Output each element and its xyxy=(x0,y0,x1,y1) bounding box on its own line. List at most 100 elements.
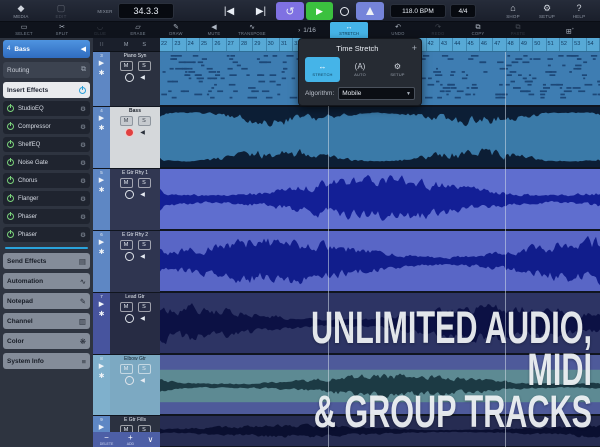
add-track-button[interactable]: +ADD xyxy=(127,432,134,447)
auto-mode-button[interactable]: (A) AUTO xyxy=(343,57,378,82)
power-icon[interactable] xyxy=(7,195,14,202)
solo-button[interactable]: S xyxy=(138,178,151,188)
metronome-button[interactable] xyxy=(356,2,384,20)
mute-button[interactable]: M xyxy=(120,364,133,374)
record-arm-button[interactable] xyxy=(125,73,134,82)
stretch-mode-button[interactable]: ↔ STRETCH xyxy=(305,57,340,82)
snap-grid-selector[interactable]: › 1/16 xyxy=(286,22,328,38)
effect-slot-shelfeq[interactable]: ShelfEQ⚙ xyxy=(3,137,90,152)
speaker-icon[interactable]: ◀ xyxy=(140,315,145,322)
mute-button[interactable]: M xyxy=(120,240,133,250)
solo-button[interactable]: S xyxy=(138,364,151,374)
power-icon[interactable] xyxy=(7,105,14,112)
effect-slot-compressor[interactable]: Compressor⚙ xyxy=(3,119,90,134)
time-signature-display[interactable]: 4/4 xyxy=(450,4,476,18)
solo-button[interactable]: S xyxy=(138,61,151,71)
track-monitor-icon[interactable]: ▶ xyxy=(99,115,104,123)
sidebar-button-notepad[interactable]: Notepad✎ xyxy=(3,293,90,309)
gear-icon[interactable]: ⚙ xyxy=(80,231,86,239)
power-icon[interactable] xyxy=(7,231,14,238)
mute-button[interactable]: M xyxy=(120,116,133,126)
gear-icon[interactable]: ⚙ xyxy=(80,213,86,221)
track-strip[interactable]: 6▶✱ xyxy=(93,231,110,292)
setup-button[interactable]: ⚙ SETUP xyxy=(530,0,564,22)
effect-slot-phaser[interactable]: Phaser⚙ xyxy=(3,209,90,224)
power-icon[interactable] xyxy=(7,159,14,166)
tool-select[interactable]: ▭SELECT xyxy=(6,22,42,38)
sidebar-button-automation[interactable]: Automation∿ xyxy=(3,273,90,289)
tool-transpose[interactable]: ∿TRANSPOSE xyxy=(234,22,270,38)
record-button[interactable] xyxy=(335,2,353,20)
mute-button[interactable]: M xyxy=(120,302,133,312)
sidebar-button-channel[interactable]: Channel▥ xyxy=(3,313,90,329)
tool-mute[interactable]: ◀MUTE xyxy=(196,22,232,38)
sidebar-button-color[interactable]: Color❋ xyxy=(3,333,90,349)
play-button[interactable]: ▶ xyxy=(306,2,333,20)
gear-icon[interactable]: ⚙ xyxy=(80,105,86,113)
gear-icon[interactable]: ⚙ xyxy=(80,141,86,149)
track-monitor-icon[interactable]: ▶ xyxy=(99,239,104,247)
mute-button[interactable]: M xyxy=(120,178,133,188)
pin-icon[interactable]: + xyxy=(412,43,417,53)
mixer-button[interactable]: MIXER xyxy=(88,0,122,22)
speaker-icon[interactable]: ◀ xyxy=(140,129,145,136)
effect-slot-chorus[interactable]: Chorus⚙ xyxy=(3,173,90,188)
tool-draw[interactable]: ✎DRAW xyxy=(158,22,194,38)
effect-slot-phaser[interactable]: Phaser⚙ xyxy=(3,227,90,242)
record-arm-button[interactable] xyxy=(125,128,134,137)
collapse-inspector-icon[interactable]: ◀ xyxy=(81,45,86,53)
time-position-display[interactable]: 34.3.3 xyxy=(118,3,174,19)
power-icon[interactable] xyxy=(7,141,14,148)
solo-button[interactable]: S xyxy=(138,116,151,126)
tool-undo[interactable]: ↶UNDO xyxy=(380,22,416,38)
sidebar-button-system-info[interactable]: System Info≡ xyxy=(3,353,90,369)
gear-icon[interactable]: ⚙ xyxy=(80,177,86,185)
skip-back-button[interactable]: |◀ xyxy=(216,4,242,19)
routing-button[interactable]: Routing ⧉ xyxy=(3,62,90,78)
track-row-piano-syn[interactable]: 3▶✱Piano SynMS◀ xyxy=(93,52,160,107)
gear-icon[interactable]: ⚙ xyxy=(80,159,86,167)
effect-slot-noise-gate[interactable]: Noise Gate⚙ xyxy=(3,155,90,170)
power-icon[interactable] xyxy=(7,213,14,220)
delete-track-button[interactable]: −DELETE xyxy=(100,432,114,447)
track-strip[interactable]: 8▶✱ xyxy=(93,355,110,415)
mute-button[interactable]: M xyxy=(120,61,133,71)
insert-effects-button[interactable]: Insert Effects xyxy=(3,82,90,98)
tool-copy[interactable]: ⧉COPY xyxy=(460,22,496,38)
power-icon[interactable] xyxy=(7,123,14,130)
skip-forward-button[interactable]: ▶| xyxy=(248,4,274,19)
bpm-display[interactable]: 118.0 BPM xyxy=(390,4,446,18)
audio-region-e-gtr-rhy-1[interactable] xyxy=(160,169,600,231)
record-arm-button[interactable] xyxy=(125,190,134,199)
record-arm-button[interactable] xyxy=(125,376,134,385)
global-solo-indicator[interactable]: S xyxy=(142,42,146,48)
power-icon[interactable] xyxy=(7,177,14,184)
speaker-icon[interactable]: ◀ xyxy=(140,74,145,81)
track-strip[interactable]: 4▶✱ xyxy=(93,107,110,168)
track-strip[interactable]: 5▶✱ xyxy=(93,169,110,230)
speaker-icon[interactable]: ◀ xyxy=(140,377,145,384)
tool-paste[interactable]: ⧉PASTE xyxy=(500,22,536,38)
record-arm-button[interactable] xyxy=(125,314,134,323)
track-row-bass[interactable]: 4▶✱BassMS◀ xyxy=(93,107,160,169)
tool-erase[interactable]: ▱ERASE xyxy=(120,22,156,38)
solo-button[interactable]: S xyxy=(138,302,151,312)
cycle-button[interactable]: ↺ xyxy=(276,2,304,20)
track-row-e-gtr-rhy-1[interactable]: 5▶✱E Gtr Rhy 1MS◀ xyxy=(93,169,160,231)
record-arm-button[interactable] xyxy=(125,252,134,261)
track-strip[interactable]: 3▶✱ xyxy=(93,52,110,106)
effects-scrollbar[interactable] xyxy=(5,247,88,249)
track-row-elbow-gtr[interactable]: 8▶✱Elbow GtrMS◀ xyxy=(93,355,160,416)
track-freeze-icon[interactable]: ✱ xyxy=(99,125,105,133)
track-monitor-icon[interactable]: ▶ xyxy=(99,363,104,371)
track-row-lead-gtr[interactable]: 7▶✱Lead GtrMS◀ xyxy=(93,293,160,355)
collapse-track-button[interactable]: ∨ xyxy=(147,432,153,447)
track-freeze-icon[interactable]: ✱ xyxy=(99,249,105,257)
tool-+[interactable]: ⊞+ xyxy=(552,22,588,38)
track-freeze-icon[interactable]: ✱ xyxy=(99,373,105,381)
gear-icon[interactable]: ⚙ xyxy=(80,123,86,131)
tool-split[interactable]: ✂SPLIT xyxy=(44,22,80,38)
stretch-tool-button[interactable]: ↔ STRETCH xyxy=(330,22,368,38)
effect-slot-studioeq[interactable]: StudioEQ⚙ xyxy=(3,101,90,116)
shop-button[interactable]: ⌂ SHOP xyxy=(496,0,530,22)
